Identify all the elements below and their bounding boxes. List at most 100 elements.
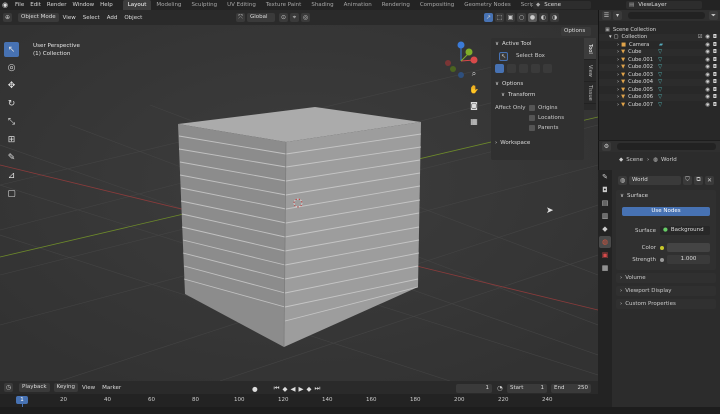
play-icon[interactable]: ▶ — [299, 385, 304, 393]
scene-tab-icon[interactable]: ◆ — [599, 223, 611, 235]
render-camera-icon[interactable]: ◘ — [713, 34, 717, 40]
visibility-eye-icon[interactable]: ◉ — [705, 102, 710, 108]
color-socket-icon[interactable] — [660, 245, 664, 250]
add-menu[interactable]: Add — [107, 15, 118, 21]
viewport-display-panel[interactable]: › Viewport Display — [616, 286, 716, 296]
list-item[interactable]: › ▼ Cube.004 ▽ ◉ ◘ — [599, 78, 720, 86]
proportional-edit-icon[interactable]: ◎ — [301, 13, 310, 22]
tab-modeling[interactable]: Modeling — [151, 0, 186, 10]
render-camera-icon[interactable]: ◘ — [713, 79, 717, 85]
render-camera-icon[interactable]: ◘ — [713, 102, 717, 108]
render-camera-icon[interactable]: ◘ — [713, 72, 717, 78]
render-camera-icon[interactable]: ◘ — [713, 87, 717, 93]
outliner-search-input[interactable] — [628, 12, 705, 19]
tab-tissue[interactable]: Tissue — [584, 82, 596, 104]
expand-arrow-icon[interactable]: › — [617, 79, 619, 85]
active-tool-header[interactable]: ∨ Active Tool — [491, 38, 584, 49]
visibility-eye-icon[interactable]: ◉ — [705, 79, 710, 85]
list-item[interactable]: › ▼ Cube ▽ ◉ ◘ — [599, 48, 720, 56]
properties-editor-icon[interactable]: ⚙ — [602, 142, 611, 151]
mode-extend-icon[interactable] — [507, 64, 516, 73]
color-swatch[interactable] — [667, 243, 710, 252]
render-tab-icon[interactable]: ◘ — [599, 184, 611, 196]
snap-icon[interactable]: ⌖ — [290, 13, 299, 22]
outliner-editor-icon[interactable]: ☰ — [602, 11, 611, 20]
tab-sculpting[interactable]: Sculpting — [186, 0, 222, 10]
marker-menu[interactable]: Marker — [102, 385, 121, 391]
tab-view[interactable]: View — [584, 60, 596, 82]
world-browse-icon[interactable]: ◍ — [618, 175, 627, 185]
custom-properties-panel[interactable]: › Custom Properties — [616, 299, 716, 309]
render-camera-icon[interactable]: ◘ — [713, 94, 717, 100]
visibility-eye-icon[interactable]: ◉ — [705, 42, 710, 48]
jump-end-icon[interactable]: ⏭ — [315, 384, 321, 393]
menu-window[interactable]: Window — [72, 2, 94, 8]
list-item[interactable]: › ▼ Cube.007 ▽ ◉ ◘ — [599, 101, 720, 109]
tab-uv-editing[interactable]: UV Editing — [222, 0, 261, 10]
workspace-header[interactable]: › Workspace — [491, 137, 584, 148]
move-tool-icon[interactable]: ✥ — [4, 78, 19, 93]
visibility-eye-icon[interactable]: ◉ — [705, 87, 710, 93]
strength-field[interactable]: 1.000 — [667, 255, 710, 264]
view-layer-selector[interactable]: ▤ ViewLayer — [626, 1, 702, 9]
annotate-tool-icon[interactable]: ✎ — [4, 150, 19, 165]
unlink-x-icon[interactable]: ✕ — [705, 175, 714, 185]
tab-animation[interactable]: Animation — [339, 0, 377, 10]
expand-arrow-icon[interactable]: › — [617, 64, 619, 70]
blender-logo-icon[interactable]: ◉ — [2, 1, 11, 9]
render-camera-icon[interactable]: ◘ — [713, 42, 717, 48]
visibility-eye-icon[interactable]: ◉ — [705, 57, 710, 63]
list-item[interactable]: › ▼ Cube.001 ▽ ◉ ◘ — [599, 56, 720, 64]
checkbox-icon[interactable]: ☑ — [698, 34, 703, 40]
menu-help[interactable]: Help — [100, 2, 113, 8]
next-keyframe-icon[interactable]: ◆ — [307, 385, 312, 393]
rotate-tool-icon[interactable]: ↻ — [4, 96, 19, 111]
menu-edit[interactable]: Edit — [30, 2, 41, 8]
current-frame-field[interactable]: 1 — [456, 384, 492, 393]
use-nodes-button[interactable]: Use Nodes — [622, 207, 710, 216]
list-item[interactable]: › ▼ Cube.006 ▽ ◉ ◘ — [599, 93, 720, 101]
surface-shader-field[interactable]: ● Background — [660, 226, 710, 235]
list-item[interactable]: ▣ Scene Collection — [599, 26, 720, 34]
mode-dropdown[interactable]: Object Mode — [18, 13, 59, 22]
solid-shading-icon[interactable]: ● — [528, 13, 537, 22]
list-item[interactable]: › ▼ Cube.003 ▽ ◉ ◘ — [599, 71, 720, 79]
select-box-row[interactable]: ↖ Select Box — [491, 49, 584, 63]
prev-keyframe-icon[interactable]: ◆ — [283, 385, 288, 393]
object-menu[interactable]: Object — [124, 15, 142, 21]
timeline-editor-icon[interactable]: ◷ — [4, 383, 13, 392]
origins-checkbox[interactable] — [529, 105, 535, 111]
world-name-field[interactable]: World — [629, 175, 681, 185]
editor-type-icon[interactable]: ⊕ — [3, 13, 12, 22]
add-cube-tool-icon[interactable]: ▢ — [4, 186, 19, 201]
visibility-eye-icon[interactable]: ◉ — [705, 94, 710, 100]
view-menu[interactable]: View — [63, 15, 76, 21]
mode-intersect-icon[interactable] — [543, 64, 552, 73]
options-header[interactable]: ∨ Options — [491, 78, 584, 89]
duplicate-icon[interactable]: ⧉ — [694, 175, 703, 185]
list-item[interactable]: › ■ Camera ▰ ◉ ◘ — [599, 41, 720, 49]
properties-search-input[interactable] — [617, 143, 716, 150]
scene-selector[interactable]: ◆ Scene — [533, 1, 591, 9]
timeline-ruler[interactable]: 1 20 40 60 80 100 120 140 160 180 200 22… — [0, 394, 598, 407]
parents-checkbox[interactable] — [529, 125, 535, 131]
expand-arrow-icon[interactable]: › — [617, 49, 619, 55]
end-frame-field[interactable]: End 250 — [551, 384, 591, 393]
rendered-shading-icon[interactable]: ◑ — [550, 13, 559, 22]
view-layer-tab-icon[interactable]: ▥ — [599, 210, 611, 222]
visibility-eye-icon[interactable]: ◉ — [705, 34, 710, 40]
select-box-tool-icon[interactable]: ↖ — [4, 42, 19, 57]
expand-arrow-icon[interactable]: › — [617, 87, 619, 93]
tab-texture-paint[interactable]: Texture Paint — [261, 0, 307, 10]
overlay-icon[interactable]: ⬚ — [495, 13, 504, 22]
cursor-tool-icon[interactable]: ◎ — [4, 60, 19, 75]
expand-arrow-icon[interactable]: › — [617, 102, 619, 108]
jump-start-icon[interactable]: ⏮ — [274, 384, 280, 393]
visibility-eye-icon[interactable]: ◉ — [705, 49, 710, 55]
wireframe-shading-icon[interactable]: ○ — [517, 13, 526, 22]
tab-compositing[interactable]: Compositing — [415, 0, 459, 10]
mode-subtract-icon[interactable] — [519, 64, 528, 73]
mode-set-icon[interactable] — [495, 64, 504, 73]
expand-arrow-icon[interactable]: › — [617, 94, 619, 100]
texture-tab-icon[interactable]: ▦ — [599, 262, 611, 274]
